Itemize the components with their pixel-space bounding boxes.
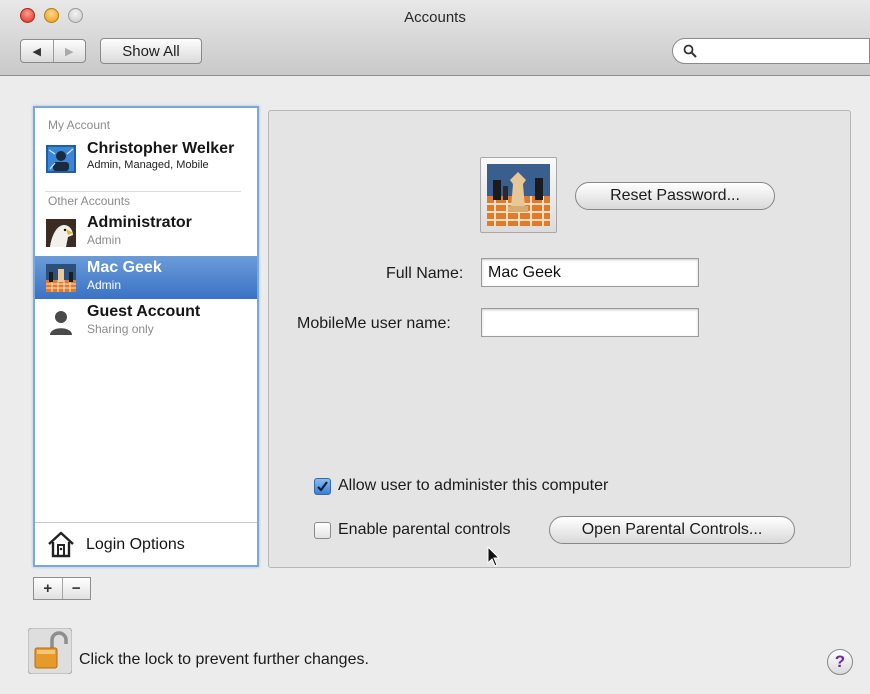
account-role: Admin xyxy=(87,233,122,247)
mobileme-label: MobileMe user name: xyxy=(297,315,451,332)
allow-admin-checkbox[interactable] xyxy=(314,477,331,495)
account-picture-well[interactable] xyxy=(480,157,557,233)
search-field[interactable] xyxy=(672,38,870,64)
parental-controls-row: Enable parental controls xyxy=(314,521,511,539)
full-name-label: Full Name: xyxy=(386,265,464,282)
full-name-field[interactable] xyxy=(481,258,699,287)
eagle-photo-icon xyxy=(46,219,76,247)
other-accounts-header: Other Accounts xyxy=(45,191,241,208)
chess-photo-icon xyxy=(46,264,76,292)
window-title: Accounts xyxy=(404,9,466,26)
reset-password-button[interactable]: Reset Password... xyxy=(575,182,775,210)
account-role: Admin xyxy=(87,278,122,292)
account-role: Admin, Managed, Mobile xyxy=(87,159,209,171)
guest-silhouette-icon xyxy=(50,311,72,335)
chess-photo-icon xyxy=(487,164,550,226)
allow-admin-label: Allow user to administer this computer xyxy=(338,477,609,494)
login-options-item[interactable]: Login Options xyxy=(35,523,257,565)
house-icon xyxy=(48,531,74,558)
mobileme-username-field[interactable] xyxy=(481,308,699,337)
login-options-label: Login Options xyxy=(86,536,185,553)
user-photo-icon xyxy=(46,145,76,173)
lock-icon[interactable] xyxy=(28,628,72,674)
account-name: Guest Account xyxy=(87,303,201,320)
parental-controls-checkbox[interactable] xyxy=(314,521,331,539)
show-all-button[interactable]: Show All xyxy=(100,38,202,64)
account-detail-panel xyxy=(268,110,851,568)
parental-controls-label: Enable parental controls xyxy=(338,521,511,538)
back-forward-control: ◀ ▶ xyxy=(20,39,86,63)
account-item-administrator[interactable]: Administrator Admin xyxy=(35,211,257,254)
open-parental-controls-button[interactable]: Open Parental Controls... xyxy=(549,516,795,544)
search-input[interactable] xyxy=(703,43,863,59)
account-name: Administrator xyxy=(87,214,192,231)
add-remove-control: + − xyxy=(33,577,91,600)
account-name: Mac Geek xyxy=(87,259,162,276)
magnifier-icon xyxy=(683,44,697,58)
help-button[interactable]: ? xyxy=(827,649,853,675)
account-item-christopher-welker[interactable]: Christopher Welker Admin, Managed, Mobil… xyxy=(35,137,257,180)
account-item-mac-geek[interactable]: Mac Geek Admin xyxy=(35,256,257,299)
account-role: Sharing only xyxy=(87,322,154,336)
forward-button[interactable]: ▶ xyxy=(54,40,86,62)
mouse-pointer-icon xyxy=(487,546,501,567)
my-account-header: My Account xyxy=(48,118,111,132)
lock-message: Click the lock to prevent further change… xyxy=(79,651,369,668)
add-account-button[interactable]: + xyxy=(34,578,63,599)
window-titlebar: Accounts ◀ ▶ Show All xyxy=(0,0,870,76)
account-name: Christopher Welker xyxy=(87,140,235,157)
account-list: My Account Christopher Welker Admin, Man… xyxy=(33,106,259,567)
back-button[interactable]: ◀ xyxy=(21,40,54,62)
checkmark-icon xyxy=(317,480,328,492)
remove-account-button[interactable]: − xyxy=(63,578,91,599)
allow-admin-row: Allow user to administer this computer xyxy=(314,477,608,495)
account-item-guest-account[interactable]: Guest Account Sharing only xyxy=(35,300,257,343)
